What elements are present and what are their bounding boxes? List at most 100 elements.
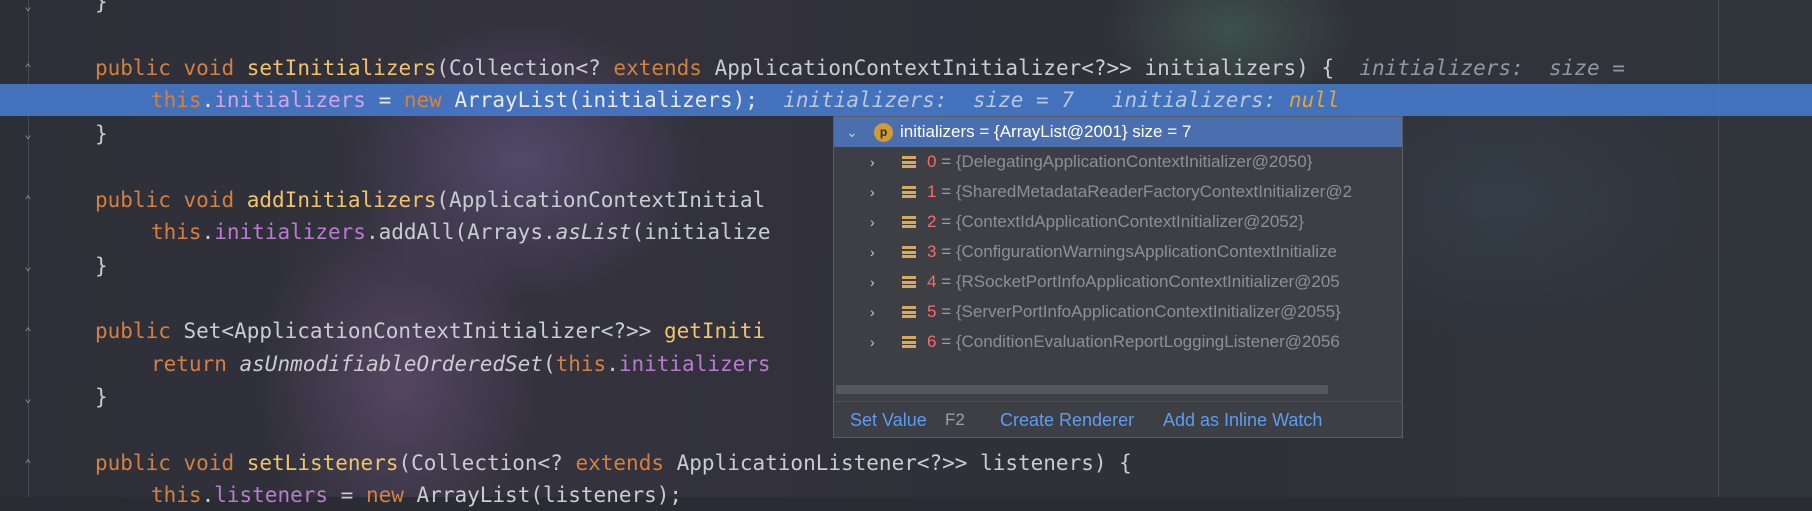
code-text: (Collection<? bbox=[398, 451, 576, 475]
chevron-down-icon[interactable]: ⌄ bbox=[846, 117, 860, 140]
code-text: (ApplicationContextInitial bbox=[436, 188, 766, 212]
variable-tree-item[interactable]: › 3 = {ConfigurationWarningsApplicationC… bbox=[834, 237, 1402, 267]
code-line[interactable]: this.initializers.addAll(Arrays.asList(i… bbox=[151, 216, 771, 248]
code-line[interactable]: public void addInitializers(ApplicationC… bbox=[95, 184, 765, 216]
parameter-icon: p bbox=[874, 123, 893, 142]
code-line[interactable]: this.listeners = new ArrayList(listeners… bbox=[151, 479, 682, 511]
item-value: {ContextIdApplicationContextInitializer@… bbox=[955, 212, 1304, 231]
set-value-link[interactable]: Set Value bbox=[850, 402, 927, 438]
method-call: asUnmodifiableOrderedSet bbox=[239, 352, 543, 376]
inline-debug-hint: initializers: size = 7 initializers: bbox=[757, 88, 1289, 112]
item-eq: = bbox=[936, 302, 956, 321]
item-index: 3 = {ConfigurationWarningsApplicationCon… bbox=[927, 237, 1337, 267]
code-text: (initialize bbox=[631, 220, 771, 244]
chevron-right-icon[interactable]: › bbox=[870, 177, 884, 200]
item-eq: = bbox=[936, 182, 956, 201]
code-text: . bbox=[606, 352, 619, 376]
field-name: initializers bbox=[214, 88, 366, 112]
code-line[interactable]: public void setInitializers(Collection<?… bbox=[95, 52, 1638, 84]
variable-tree-item[interactable]: › 2 = {ContextIdApplicationContextInitia… bbox=[834, 207, 1402, 237]
horizontal-scrollbar[interactable] bbox=[836, 385, 1328, 394]
variable-tree-item[interactable]: › 5 = {ServerPortInfoApplicationContextI… bbox=[834, 297, 1402, 327]
code-text: (Collection<? bbox=[436, 56, 614, 80]
method-name: setInitializers bbox=[246, 56, 437, 80]
add-inline-watch-link[interactable]: Add as Inline Watch bbox=[1163, 402, 1322, 438]
code-line[interactable]: public Set<ApplicationContextInitializer… bbox=[95, 315, 765, 347]
inline-debug-null: null bbox=[1288, 88, 1340, 112]
field-icon bbox=[902, 186, 916, 198]
code-text: ApplicationContextInitializer<?>> initia… bbox=[701, 56, 1335, 80]
item-index: 5 = {ServerPortInfoApplicationContextIni… bbox=[927, 297, 1341, 327]
keyword: this bbox=[151, 483, 202, 507]
method-name: setListeners bbox=[246, 451, 399, 475]
field-icon bbox=[902, 276, 916, 288]
item-eq: = bbox=[936, 212, 956, 231]
field-icon bbox=[902, 156, 916, 168]
variable-tree-root[interactable]: ⌄ p initializers = {ArrayList@2001} size… bbox=[834, 117, 1402, 147]
code-text: ( bbox=[542, 352, 556, 376]
chevron-right-icon[interactable]: › bbox=[870, 237, 884, 260]
chevron-right-icon[interactable]: › bbox=[870, 267, 884, 290]
debug-value-popup[interactable]: ⌄ p initializers = {ArrayList@2001} size… bbox=[833, 116, 1403, 438]
code-line[interactable]: public void setListeners(Collection<? ex… bbox=[95, 447, 1132, 479]
method-call: asList bbox=[555, 220, 632, 244]
inline-debug-hint: initializers: size = bbox=[1334, 56, 1638, 80]
code-text: . bbox=[201, 483, 215, 507]
item-value: {SharedMetadataReaderFactoryContextIniti… bbox=[955, 182, 1353, 201]
item-value: {ConditionEvaluationReportLoggingListene… bbox=[955, 332, 1340, 351]
code-line-current[interactable]: this.initializers = new ArrayList(initia… bbox=[151, 84, 1340, 116]
item-eq: = bbox=[936, 242, 956, 261]
item-value: {DelegatingApplicationContextInitializer… bbox=[955, 152, 1313, 171]
field-name: initializers bbox=[214, 220, 366, 244]
keyword: return bbox=[151, 352, 227, 376]
item-index: 6 = {ConditionEvaluationReportLoggingLis… bbox=[927, 327, 1340, 357]
code-line: } bbox=[95, 254, 108, 278]
item-index: 4 = {RSocketPortInfoApplicationContextIn… bbox=[927, 267, 1340, 297]
chevron-right-icon[interactable]: › bbox=[870, 147, 884, 170]
field-name: initializers bbox=[618, 352, 771, 376]
variable-tree-item[interactable]: › 6 = {ConditionEvaluationReportLoggingL… bbox=[834, 327, 1402, 357]
keyword: public bbox=[95, 319, 171, 343]
code-line: } bbox=[95, 122, 108, 146]
chevron-right-icon[interactable]: › bbox=[870, 327, 884, 350]
method-name: addInitializers bbox=[246, 188, 437, 212]
variable-tree-item[interactable]: › 4 = {RSocketPortInfoApplicationContext… bbox=[834, 267, 1402, 297]
code-text: = bbox=[328, 483, 366, 507]
create-renderer-link[interactable]: Create Renderer bbox=[1000, 402, 1134, 438]
item-value: {RSocketPortInfoApplicationContextInitia… bbox=[955, 272, 1340, 291]
code-line[interactable]: return asUnmodifiableOrderedSet(this.ini… bbox=[151, 348, 771, 380]
chevron-right-icon[interactable]: › bbox=[870, 207, 884, 230]
code-text: . bbox=[201, 88, 215, 112]
keyword: public bbox=[95, 188, 171, 212]
field-icon bbox=[902, 306, 916, 318]
code-text: . bbox=[201, 220, 215, 244]
variable-tree-item[interactable]: › 1 = {SharedMetadataReaderFactoryContex… bbox=[834, 177, 1402, 207]
field-icon bbox=[902, 336, 916, 348]
keyword: extends bbox=[613, 56, 702, 80]
keyword: extends bbox=[575, 451, 664, 475]
variable-name: initializers bbox=[900, 122, 975, 141]
keyword: this bbox=[151, 220, 202, 244]
variable-eq: = bbox=[974, 122, 995, 141]
keyword: void bbox=[183, 56, 235, 80]
code-text: ArrayList(initializers); bbox=[441, 88, 758, 112]
chevron-right-icon[interactable]: › bbox=[870, 297, 884, 320]
keyword: this bbox=[555, 352, 607, 376]
item-eq: = bbox=[936, 272, 956, 291]
variable-tree-item[interactable]: › 0 = {DelegatingApplicationContextIniti… bbox=[834, 147, 1402, 177]
item-index: 0 = {DelegatingApplicationContextInitial… bbox=[927, 147, 1312, 177]
item-value: {ConfigurationWarningsApplicationContext… bbox=[955, 242, 1337, 261]
keyword: public bbox=[95, 56, 171, 80]
item-index: 1 = {SharedMetadataReaderFactoryContextI… bbox=[927, 177, 1352, 207]
item-index: 2 = {ContextIdApplicationContextInitiali… bbox=[927, 207, 1304, 237]
field-icon bbox=[902, 216, 916, 228]
keyword: void bbox=[183, 451, 235, 475]
keyword: new bbox=[403, 88, 442, 112]
code-line: } bbox=[95, 0, 108, 14]
code-line: } bbox=[95, 385, 108, 409]
item-value: {ServerPortInfoApplicationContextInitial… bbox=[955, 302, 1341, 321]
code-text: ApplicationListener<?>> listeners) { bbox=[664, 451, 1132, 475]
item-eq: = bbox=[936, 332, 956, 351]
field-name: listeners bbox=[214, 483, 329, 507]
keyword: new bbox=[365, 483, 404, 507]
